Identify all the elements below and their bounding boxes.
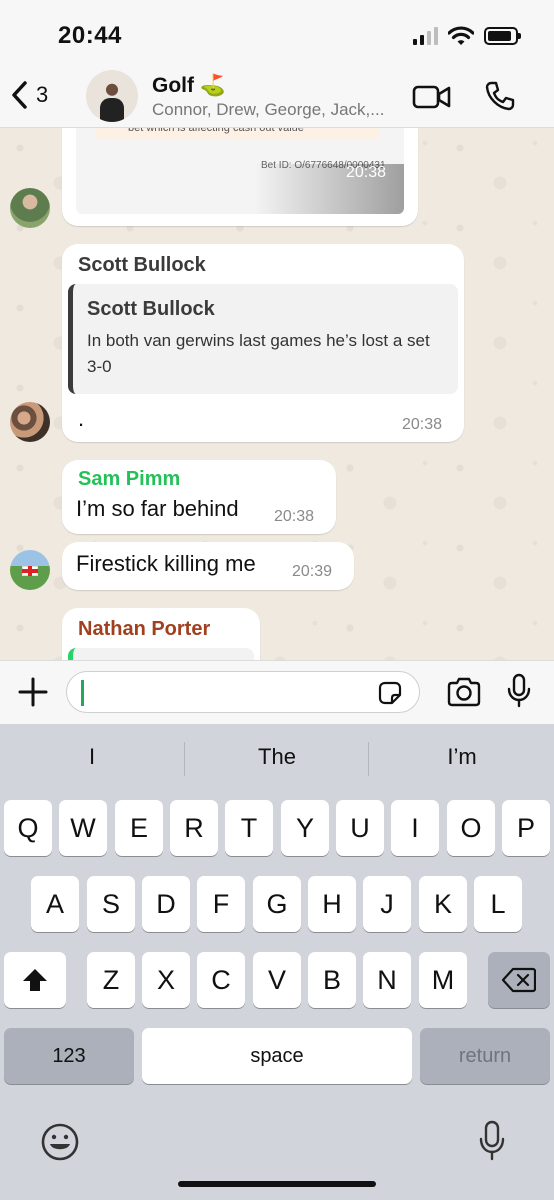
bet-card-image: Bear with us, something is happening wit… [76, 128, 404, 214]
avatar[interactable] [10, 188, 50, 228]
text-caret [81, 680, 84, 706]
sticker-icon [378, 681, 402, 705]
quoted-author: Scott Bullock [87, 298, 215, 320]
message-text: Firestick killing me [76, 551, 256, 576]
dictation-button[interactable] [478, 1120, 506, 1167]
key-p[interactable]: P [502, 800, 550, 856]
key-t[interactable]: T [225, 800, 273, 856]
dictation-icon [479, 1120, 505, 1161]
shift-key[interactable] [4, 952, 66, 1008]
message-time: 20:38 [345, 164, 386, 181]
message-time: 20:39 [292, 563, 333, 580]
battery-icon [484, 27, 521, 45]
backspace-icon [502, 967, 536, 993]
attach-button[interactable] [16, 675, 50, 714]
sticker-button[interactable] [377, 680, 403, 711]
key-c[interactable]: C [197, 952, 245, 1008]
sender-name[interactable]: Scott Bullock [78, 254, 206, 277]
chat-area[interactable]: Bear with us, something is happening wit… [0, 128, 554, 660]
sender-name[interactable]: Nathan Porter [78, 618, 210, 641]
key-b[interactable]: B [308, 952, 356, 1008]
numbers-key[interactable]: 123 [4, 1028, 134, 1084]
quoted-message[interactable] [68, 648, 254, 660]
status-bar: 20:44 [0, 0, 554, 66]
key-m[interactable]: M [419, 952, 467, 1008]
key-s[interactable]: S [87, 876, 135, 932]
back-chevron-icon [12, 81, 27, 109]
key-h[interactable]: H [308, 876, 356, 932]
key-y[interactable]: Y [281, 800, 329, 856]
space-key[interactable]: space [142, 1028, 412, 1084]
key-e[interactable]: E [115, 800, 163, 856]
group-name[interactable]: Golf ⛳ [152, 74, 226, 98]
video-call-button[interactable] [412, 82, 452, 117]
key-g[interactable]: G [253, 876, 301, 932]
key-z[interactable]: Z [87, 952, 135, 1008]
key-k[interactable]: K [419, 876, 467, 932]
avatar[interactable] [10, 402, 50, 442]
message-text: . [78, 406, 85, 431]
key-u[interactable]: U [336, 800, 384, 856]
text-message[interactable]: Firestick killing me 20:39 [62, 542, 354, 590]
group-members[interactable]: Connor, Drew, George, Jack,... [152, 100, 384, 120]
backspace-key[interactable] [488, 952, 550, 1008]
key-v[interactable]: V [253, 952, 301, 1008]
camera-button[interactable] [446, 677, 482, 712]
quoted-text: In both van gerwins last games he’s lost… [87, 331, 430, 376]
key-j[interactable]: J [363, 876, 411, 932]
key-q[interactable]: Q [4, 800, 52, 856]
chat-header: 3 Golf ⛳ Connor, Drew, George, Jack,... [0, 66, 554, 128]
emoji-icon [41, 1123, 79, 1161]
video-call-icon [412, 85, 451, 109]
reply-message[interactable]: Nathan Porter [62, 608, 260, 660]
status-time: 20:44 [58, 22, 122, 49]
voice-call-button[interactable] [484, 80, 516, 117]
unread-count: 3 [36, 82, 49, 107]
suggestion-1[interactable]: I [2, 744, 182, 770]
return-key[interactable]: return [420, 1028, 550, 1084]
key-x[interactable]: X [142, 952, 190, 1008]
bet-warning-banner: Bear with us, something is happening wit… [96, 128, 380, 140]
bet-warning-text: Bear with us, something is happening wit… [128, 128, 304, 134]
key-a[interactable]: A [31, 876, 79, 932]
key-o[interactable]: O [447, 800, 495, 856]
message-input-bar [0, 660, 554, 724]
message-time: 20:38 [402, 416, 443, 433]
voice-note-button[interactable] [506, 673, 532, 714]
shift-icon [23, 969, 47, 991]
suggestion-3[interactable]: I’m [372, 744, 552, 770]
microphone-icon [507, 673, 531, 708]
avatar[interactable] [10, 550, 50, 590]
key-f[interactable]: F [197, 876, 245, 932]
key-w[interactable]: W [59, 800, 107, 856]
key-n[interactable]: N [363, 952, 411, 1008]
camera-icon [447, 677, 481, 707]
home-indicator[interactable] [178, 1181, 376, 1187]
key-i[interactable]: I [391, 800, 439, 856]
bet-image-message[interactable]: Bear with us, something is happening wit… [62, 128, 418, 226]
wifi-icon [448, 26, 474, 45]
reply-message[interactable]: Scott Bullock Scott Bullock In both van … [62, 244, 464, 442]
key-l[interactable]: L [474, 876, 522, 932]
key-d[interactable]: D [142, 876, 190, 932]
message-input[interactable] [66, 671, 420, 713]
back-button[interactable]: 3 [10, 80, 48, 110]
key-r[interactable]: R [170, 800, 218, 856]
group-avatar[interactable] [86, 70, 138, 122]
cellular-signal-icon [413, 27, 438, 45]
quoted-message[interactable]: Scott Bullock In both van gerwins last g… [68, 284, 458, 394]
plus-icon [18, 677, 48, 707]
message-text: I’m so far behind [76, 496, 239, 521]
status-icons [413, 26, 521, 46]
text-message[interactable]: Sam Pimm I’m so far behind 20:38 [62, 460, 336, 534]
emoji-button[interactable] [40, 1122, 80, 1167]
sender-name[interactable]: Sam Pimm [78, 468, 180, 491]
keyboard: I The I’m Q W E R T Y U I O P A S D F G … [0, 724, 554, 1200]
message-time: 20:38 [274, 508, 315, 525]
phone-icon [485, 81, 515, 111]
suggestion-2[interactable]: The [187, 744, 367, 770]
